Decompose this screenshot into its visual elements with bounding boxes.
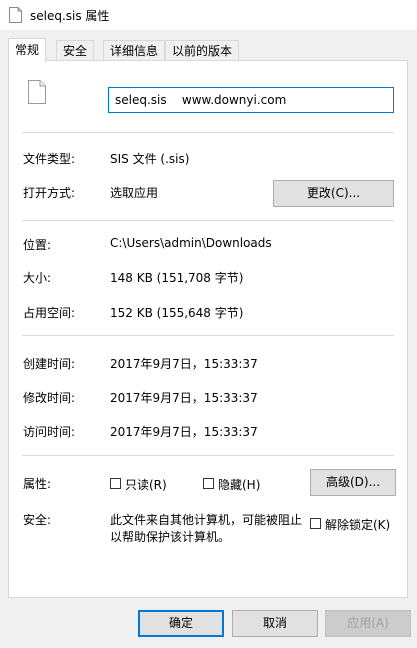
advanced-button[interactable]: 高级(D)... xyxy=(310,469,396,496)
tab-details[interactable]: 详细信息 xyxy=(103,40,166,61)
file-name-input[interactable] xyxy=(108,87,394,113)
ok-button[interactable]: 确定 xyxy=(138,610,224,637)
open-with-label: 打开方式: xyxy=(23,186,76,200)
modified-value: 2017年9月7日，15:33:37 xyxy=(110,391,258,405)
file-type-label: 文件类型: xyxy=(23,152,76,166)
size-on-disk-label: 占用空间: xyxy=(23,306,76,320)
readonly-checkbox[interactable] xyxy=(110,478,121,489)
divider xyxy=(22,455,394,456)
window-title: seleq.sis 属性 xyxy=(30,9,110,23)
tab-previous-versions[interactable]: 以前的版本 xyxy=(165,40,240,61)
unblock-label[interactable]: 解除锁定(K) xyxy=(325,516,390,533)
cancel-button[interactable]: 取消 xyxy=(232,610,318,637)
file-icon xyxy=(28,80,46,104)
readonly-label[interactable]: 只读(R) xyxy=(125,476,167,493)
divider xyxy=(22,132,394,133)
document-icon xyxy=(9,7,22,23)
created-value: 2017年9月7日，15:33:37 xyxy=(110,357,258,371)
attributes-label: 属性: xyxy=(23,477,52,491)
created-label: 创建时间: xyxy=(23,357,76,371)
divider xyxy=(22,220,394,221)
tab-security[interactable]: 安全 xyxy=(56,40,95,61)
accessed-label: 访问时间: xyxy=(23,425,76,439)
security-message-line2: 以帮助保护该计算机。 xyxy=(110,530,231,544)
file-type-value: SIS 文件 (.sis) xyxy=(110,152,190,166)
hidden-checkbox[interactable] xyxy=(203,478,214,489)
tab-general[interactable]: 常规 xyxy=(8,38,47,62)
size-label: 大小: xyxy=(23,271,52,285)
hidden-label[interactable]: 隐藏(H) xyxy=(218,476,260,493)
location-value: C:\Users\admin\Downloads xyxy=(110,236,272,250)
location-label: 位置: xyxy=(23,238,52,252)
accessed-value: 2017年9月7日，15:33:37 xyxy=(110,425,258,439)
divider xyxy=(22,335,394,336)
size-value: 148 KB (151,708 字节) xyxy=(110,271,244,285)
open-with-value: 选取应用 xyxy=(110,186,159,200)
security-label: 安全: xyxy=(23,513,52,527)
change-button[interactable]: 更改(C)... xyxy=(273,180,394,207)
security-message-line1: 此文件来自其他计算机，可能被阻止 xyxy=(110,513,303,527)
size-on-disk-value: 152 KB (155,648 字节) xyxy=(110,306,244,320)
modified-label: 修改时间: xyxy=(23,391,76,405)
apply-button[interactable]: 应用(A) xyxy=(325,610,411,637)
unblock-checkbox[interactable] xyxy=(310,518,321,529)
